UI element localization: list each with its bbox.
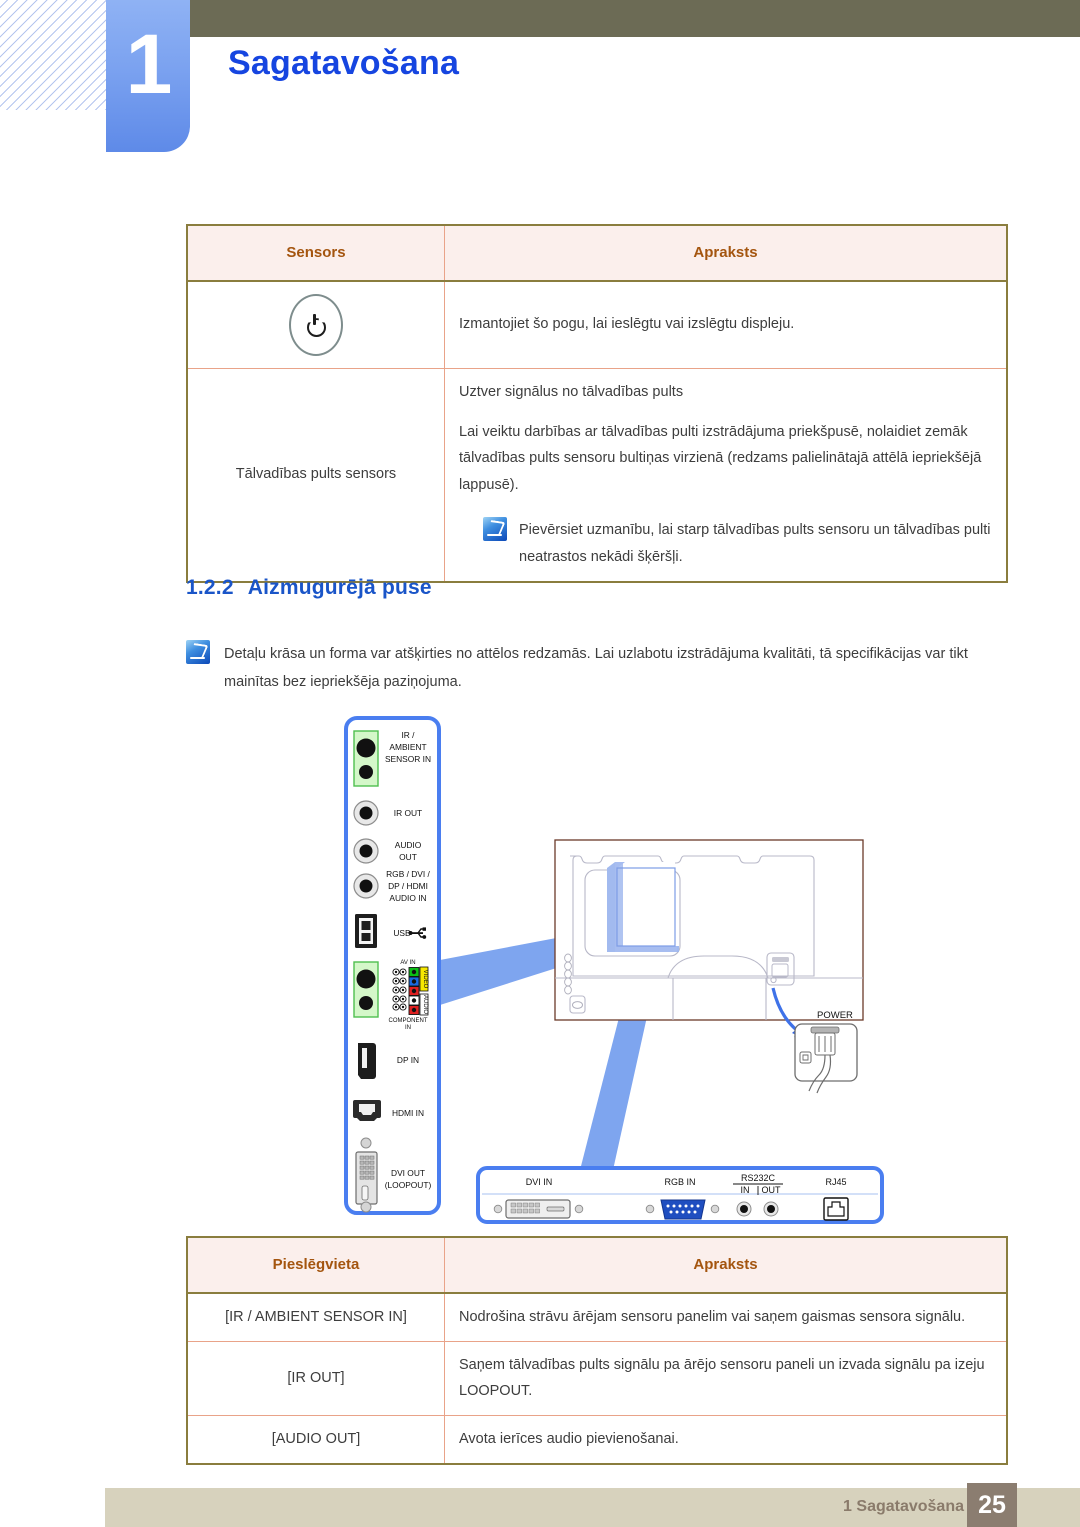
svg-text:AV IN: AV IN	[400, 960, 415, 966]
sensor-description-cell: Uztver signālus no tālvadības pults Lai …	[444, 367, 1008, 583]
svg-text:DVI OUT: DVI OUT	[391, 1168, 425, 1178]
sensor-description-cell: Izmantojiet šo pogu, lai ieslēgtu vai iz…	[444, 280, 1008, 369]
svg-text:OUT: OUT	[762, 1185, 782, 1195]
svg-text:IR OUT: IR OUT	[394, 808, 422, 818]
svg-text:USB: USB	[393, 928, 411, 938]
svg-text:DVI IN: DVI IN	[526, 1177, 553, 1187]
svg-text:AMBIENT: AMBIENT	[389, 742, 426, 752]
sensor-desc-line-1: Uztver signālus no tālvadības pults	[459, 383, 684, 400]
section-heading: 1.2.2 Aizmugurējā puse	[186, 576, 432, 600]
svg-text:SENSOR IN: SENSOR IN	[385, 754, 431, 764]
svg-text:COMPONENT: COMPONENT	[389, 1018, 428, 1024]
svg-text:RGB IN: RGB IN	[664, 1177, 695, 1187]
table-row: Izmantojiet šo pogu, lai ieslēgtu vai iz…	[186, 280, 1008, 369]
svg-text:OUT: OUT	[399, 852, 417, 862]
port-name-cell: [IR / AMBIENT SENSOR IN]	[186, 1292, 445, 1342]
power-plug-detail: POWER	[794, 1010, 858, 1094]
power-glyph	[306, 314, 326, 335]
svg-text:RS232C: RS232C	[741, 1173, 776, 1183]
column-header-apraksts: Apraksts	[444, 224, 1008, 282]
svg-text:RGB / DVI /: RGB / DVI /	[386, 869, 430, 879]
ports-table: Pieslēgvieta Apraksts [IR / AMBIENT SENS…	[186, 1236, 1008, 1465]
power-button-icon	[289, 293, 343, 356]
sensors-table: Sensors Apraksts Izmantojiet šo pogu, la…	[186, 224, 1008, 583]
chapter-number-tab: 1	[106, 0, 190, 152]
svg-text:HDMI IN: HDMI IN	[392, 1108, 424, 1118]
svg-text:IN: IN	[741, 1185, 750, 1195]
svg-text:IN: IN	[405, 1025, 411, 1031]
note-icon	[483, 517, 507, 541]
hatch-decoration	[0, 0, 106, 110]
svg-text:(LOOPOUT): (LOOPOUT)	[385, 1180, 432, 1190]
footer-chapter-label: 1 Sagatavošana	[843, 1498, 964, 1515]
tv-rear-view	[554, 839, 864, 1021]
svg-text:RJ45: RJ45	[825, 1177, 846, 1187]
section-index: 1.2.2	[186, 576, 234, 599]
table-row: Tālvadības pults sensors Uztver signālus…	[186, 367, 1008, 583]
side-port-panel: IR / AMBIENT SENSOR IN IR OUT AUDIO OUT …	[344, 716, 441, 1215]
sensor-description-text: Izmantojiet šo pogu, lai ieslēgtu vai iz…	[459, 316, 795, 333]
page-number: 25	[978, 1490, 1006, 1519]
svg-text:POWER: POWER	[817, 1010, 853, 1021]
page-note: Detaļu krāsa un forma var atšķirties no …	[186, 640, 1008, 697]
table-header-row: Pieslēgvieta Apraksts	[186, 1236, 1008, 1294]
port-name-cell: [AUDIO OUT]	[186, 1415, 445, 1465]
note-icon	[186, 640, 210, 664]
page-number-box: 25	[967, 1483, 1017, 1527]
page-note-text: Detaļu krāsa un forma var atšķirties no …	[224, 646, 968, 691]
svg-text:AUDIO: AUDIO	[395, 840, 422, 850]
svg-text:AUDIO IN: AUDIO IN	[389, 893, 426, 903]
table-row: [AUDIO OUT] Avota ierīces audio pievieno…	[186, 1415, 1008, 1465]
port-name-cell: [IR OUT]	[186, 1340, 445, 1417]
svg-text:IR /: IR /	[401, 730, 415, 740]
port-description-cell: Saņem tālvadības pults signālu pa ārējo …	[444, 1340, 1008, 1417]
sensor-icon-cell	[186, 280, 445, 369]
page-title: Sagatavošana	[228, 44, 460, 82]
table-header-row: Sensors Apraksts	[186, 224, 1008, 282]
section-title: Aizmugurējā puse	[247, 576, 432, 599]
sensor-note-text: Pievērsiet uzmanību, lai starp tālvadība…	[519, 522, 991, 565]
svg-text:VIDEO: VIDEO	[422, 970, 428, 989]
sensor-desc-line-2: Lai veiktu darbības ar tālvadības pulti …	[459, 423, 982, 494]
table-row: [IR / AMBIENT SENSOR IN] Nodrošina strāv…	[186, 1292, 1008, 1342]
svg-text:AUDIO: AUDIO	[422, 995, 428, 1014]
header-olive-bar	[190, 0, 1080, 37]
port-description-cell: Avota ierīces audio pievienošanai.	[444, 1415, 1008, 1465]
sensor-name-cell: Tālvadības pults sensors	[186, 367, 445, 583]
sensor-note: Pievērsiet uzmanību, lai starp tālvadība…	[459, 517, 992, 571]
column-header-sensors: Sensors	[186, 224, 445, 282]
svg-text:DP / HDMI: DP / HDMI	[388, 881, 428, 891]
port-description-cell: Nodrošina strāvu ārējam sensoru panelim …	[444, 1292, 1008, 1342]
column-header-apraksts: Apraksts	[444, 1236, 1008, 1294]
column-header-pieslegvieta: Pieslēgvieta	[186, 1236, 445, 1294]
svg-text:DP IN: DP IN	[397, 1055, 419, 1065]
bottom-port-panel: DVI IN RGB IN RS232C IN OUT RJ45	[476, 1166, 884, 1224]
rear-side-diagram: IR / AMBIENT SENSOR IN IR OUT AUDIO OUT …	[330, 700, 890, 1230]
table-row: [IR OUT] Saņem tālvadības pults signālu …	[186, 1340, 1008, 1417]
chapter-number: 1	[125, 17, 173, 111]
